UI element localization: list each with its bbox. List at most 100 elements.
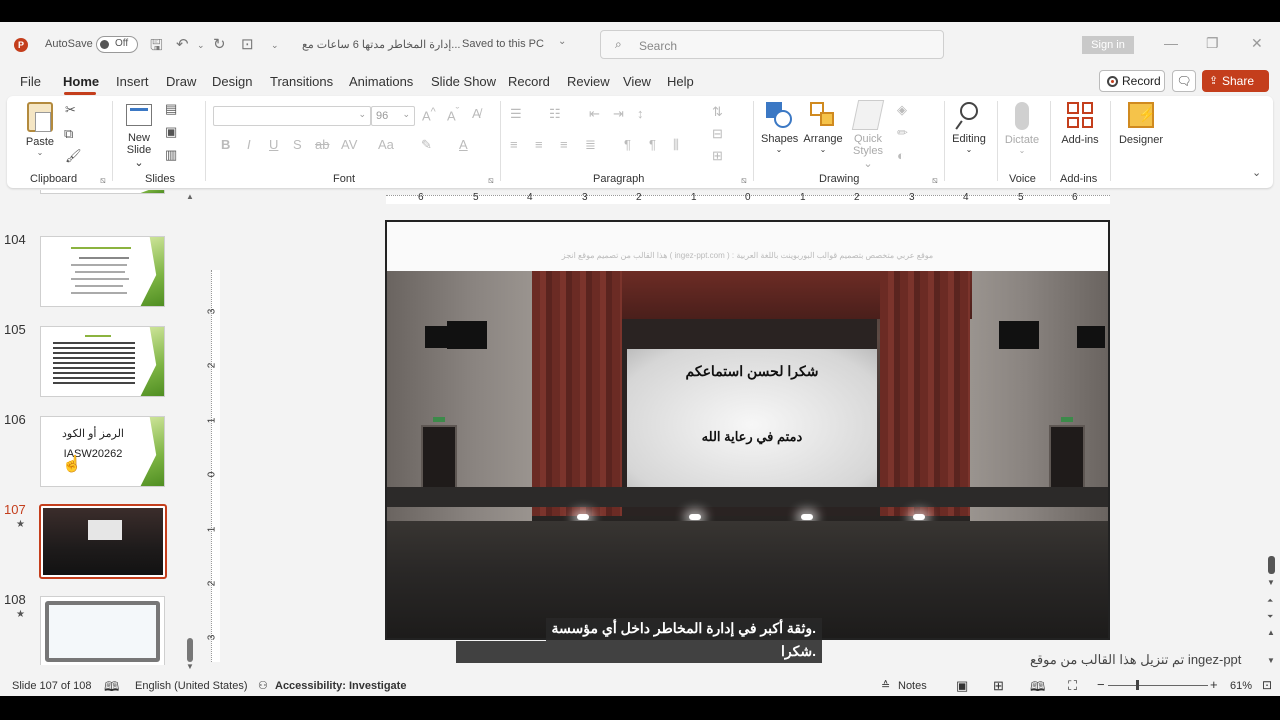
accessibility-status[interactable]: Accessibility: Investigate bbox=[275, 680, 406, 692]
minimize-icon[interactable]: — bbox=[1164, 35, 1178, 51]
shapes-button[interactable]: Shapes ⌄ bbox=[761, 100, 798, 154]
addins-button[interactable]: Add-ins bbox=[1056, 100, 1104, 146]
clear-formatting-icon[interactable]: A̸ bbox=[472, 106, 481, 121]
increase-indent-icon[interactable]: ⇥ bbox=[613, 106, 624, 122]
reading-view-icon[interactable]: 🕮 bbox=[1030, 678, 1045, 696]
comments-button[interactable]: 🗨 bbox=[1172, 70, 1196, 92]
strikethrough-icon[interactable]: ab bbox=[315, 137, 329, 152]
text-direction-icon[interactable]: ⇅ bbox=[712, 104, 723, 120]
slide-thumbnail-105[interactable] bbox=[40, 326, 165, 397]
font-launcher-icon[interactable]: ⧅ bbox=[488, 175, 494, 186]
zoom-slider[interactable] bbox=[1108, 685, 1208, 686]
shape-fill-icon[interactable]: ◈ bbox=[897, 102, 907, 118]
tab-help[interactable]: Help bbox=[667, 74, 694, 89]
close-icon[interactable]: ✕ bbox=[1251, 35, 1263, 52]
tab-design[interactable]: Design bbox=[212, 74, 252, 89]
tab-animations[interactable]: Animations bbox=[349, 74, 413, 89]
section-icon[interactable]: ▥ bbox=[165, 147, 177, 163]
align-text-icon[interactable]: ⊟ bbox=[712, 126, 723, 142]
scroll-down-icon[interactable]: ▼ bbox=[186, 662, 194, 671]
change-case-icon[interactable]: Aa bbox=[378, 137, 394, 152]
rtl-icon[interactable]: ¶ bbox=[649, 137, 656, 152]
normal-view-icon[interactable]: ▣ bbox=[956, 678, 968, 694]
arrange-button[interactable]: Arrange ⌄ bbox=[802, 100, 844, 154]
language-indicator[interactable]: English (United States) bbox=[135, 680, 248, 692]
clipboard-launcher-icon[interactable]: ⧅ bbox=[100, 175, 106, 186]
speaker-notes-text[interactable]: تم تنزيل هذا القالب من موقع ingez-ppt bbox=[1030, 652, 1241, 668]
notes-button[interactable]: Notes bbox=[898, 680, 927, 692]
scroll-down-icon[interactable]: ▼ bbox=[1267, 656, 1275, 665]
undo-icon[interactable]: ↶ bbox=[176, 35, 189, 53]
present-icon[interactable]: ⊡ bbox=[241, 35, 254, 53]
font-size-field[interactable]: 96 ⌄ bbox=[371, 106, 415, 126]
shadow-icon[interactable]: S bbox=[293, 137, 302, 152]
thumbnails-scrollbar[interactable]: ▲ ▼ bbox=[185, 192, 195, 671]
slide-scrollbar[interactable]: ▼ ⏶ ⏷ ▲ ▼ bbox=[1266, 552, 1278, 672]
align-left-icon[interactable]: ≡ bbox=[510, 137, 518, 152]
align-center-icon[interactable]: ≡ bbox=[535, 137, 543, 152]
slide-thumbnail-104[interactable] bbox=[40, 236, 165, 307]
slideshow-icon[interactable]: ⛶ bbox=[1068, 678, 1077, 694]
highlight-icon[interactable]: ✎ bbox=[421, 137, 432, 153]
copy-icon[interactable]: ⧉ bbox=[64, 126, 73, 142]
scroll-up-icon[interactable]: ▲ bbox=[186, 192, 194, 201]
tab-view[interactable]: View bbox=[623, 74, 651, 89]
scroll-up-icon[interactable]: ▲ bbox=[1267, 628, 1275, 637]
next-slide-icon[interactable]: ⏷ bbox=[1267, 612, 1273, 622]
reset-icon[interactable]: ▣ bbox=[165, 124, 177, 140]
format-painter-icon[interactable]: 🖌 bbox=[65, 148, 82, 164]
undo-dropdown-icon[interactable]: ⌄ bbox=[197, 40, 205, 51]
slide-thumbnail-108[interactable] bbox=[40, 596, 165, 665]
cut-icon[interactable]: ✂ bbox=[65, 102, 76, 118]
slide-thumbnail-103[interactable] bbox=[40, 190, 165, 194]
shape-effects-icon[interactable]: ◐ bbox=[897, 148, 905, 163]
slide-thumbnail-107[interactable] bbox=[39, 504, 167, 579]
tab-draw[interactable]: Draw bbox=[166, 74, 196, 89]
tab-review[interactable]: Review bbox=[567, 74, 610, 89]
new-slide-button[interactable]: New Slide ⌄ bbox=[121, 104, 157, 169]
slide-sorter-icon[interactable]: ⊞ bbox=[993, 678, 1004, 694]
scroll-thumb[interactable] bbox=[187, 638, 193, 662]
drawing-launcher-icon[interactable]: ⧅ bbox=[932, 175, 938, 186]
paste-button[interactable]: Paste ⌄ bbox=[25, 102, 55, 157]
record-button[interactable]: Record bbox=[1099, 70, 1165, 92]
layout-icon[interactable]: ▤ bbox=[165, 101, 177, 117]
decrease-indent-icon[interactable]: ⇤ bbox=[589, 106, 600, 122]
align-right-icon[interactable]: ≡ bbox=[560, 137, 568, 152]
tab-file[interactable]: File bbox=[20, 74, 41, 89]
tab-slide-show[interactable]: Slide Show bbox=[431, 74, 496, 89]
zoom-in-icon[interactable]: + bbox=[1210, 677, 1218, 692]
restore-icon[interactable]: ❐ bbox=[1206, 35, 1219, 52]
search-box[interactable]: ⌕ Search bbox=[600, 30, 944, 59]
ribbon-collapse-icon[interactable]: ⌄ bbox=[1252, 166, 1261, 179]
share-button[interactable]: ⇪ Share bbox=[1202, 70, 1269, 92]
dictate-button[interactable]: Dictate ⌄ bbox=[1001, 100, 1043, 155]
line-spacing-icon[interactable]: ↕ bbox=[637, 106, 644, 121]
increase-font-icon[interactable]: A^ bbox=[422, 106, 436, 123]
zoom-slider-thumb[interactable] bbox=[1136, 680, 1139, 690]
decrease-font-icon[interactable]: Aˇ bbox=[447, 106, 459, 123]
redo-icon[interactable]: ↻ bbox=[213, 35, 226, 53]
editing-button[interactable]: Editing ⌄ bbox=[949, 100, 989, 154]
justify-icon[interactable]: ≣ bbox=[585, 137, 596, 153]
smartart-icon[interactable]: ⊞ bbox=[712, 148, 723, 164]
autosave-toggle[interactable]: Off bbox=[96, 36, 138, 53]
save-status[interactable]: Saved to this PC bbox=[462, 38, 544, 50]
numbering-icon[interactable]: ☷ bbox=[549, 106, 561, 122]
fit-to-window-icon[interactable]: ⊡ bbox=[1262, 678, 1272, 692]
slide-thumbnail-106[interactable]: الرمز أو الكود IASW20262 bbox=[40, 416, 165, 487]
tab-home[interactable]: Home bbox=[63, 74, 99, 89]
font-name-field[interactable]: ⌄ bbox=[213, 106, 371, 126]
scroll-down-icon[interactable]: ▼ bbox=[1267, 578, 1275, 587]
scroll-thumb[interactable] bbox=[1268, 556, 1275, 574]
customize-toolbar-icon[interactable]: ⌄ bbox=[271, 40, 279, 51]
spelling-icon[interactable]: 🕮 bbox=[104, 678, 119, 696]
font-color-icon[interactable]: A bbox=[459, 137, 468, 152]
columns-icon[interactable]: ⫼ bbox=[673, 137, 679, 153]
slide-canvas[interactable]: هذا القالب من تصميم موقع انجز ( ingez-pp… bbox=[385, 220, 1110, 640]
prev-slide-icon[interactable]: ⏶ bbox=[1267, 596, 1273, 606]
tab-insert[interactable]: Insert bbox=[116, 74, 149, 89]
ltr-icon[interactable]: ¶ bbox=[624, 137, 631, 152]
shape-outline-icon[interactable]: ✏ bbox=[897, 125, 908, 141]
tab-record[interactable]: Record bbox=[508, 74, 550, 89]
